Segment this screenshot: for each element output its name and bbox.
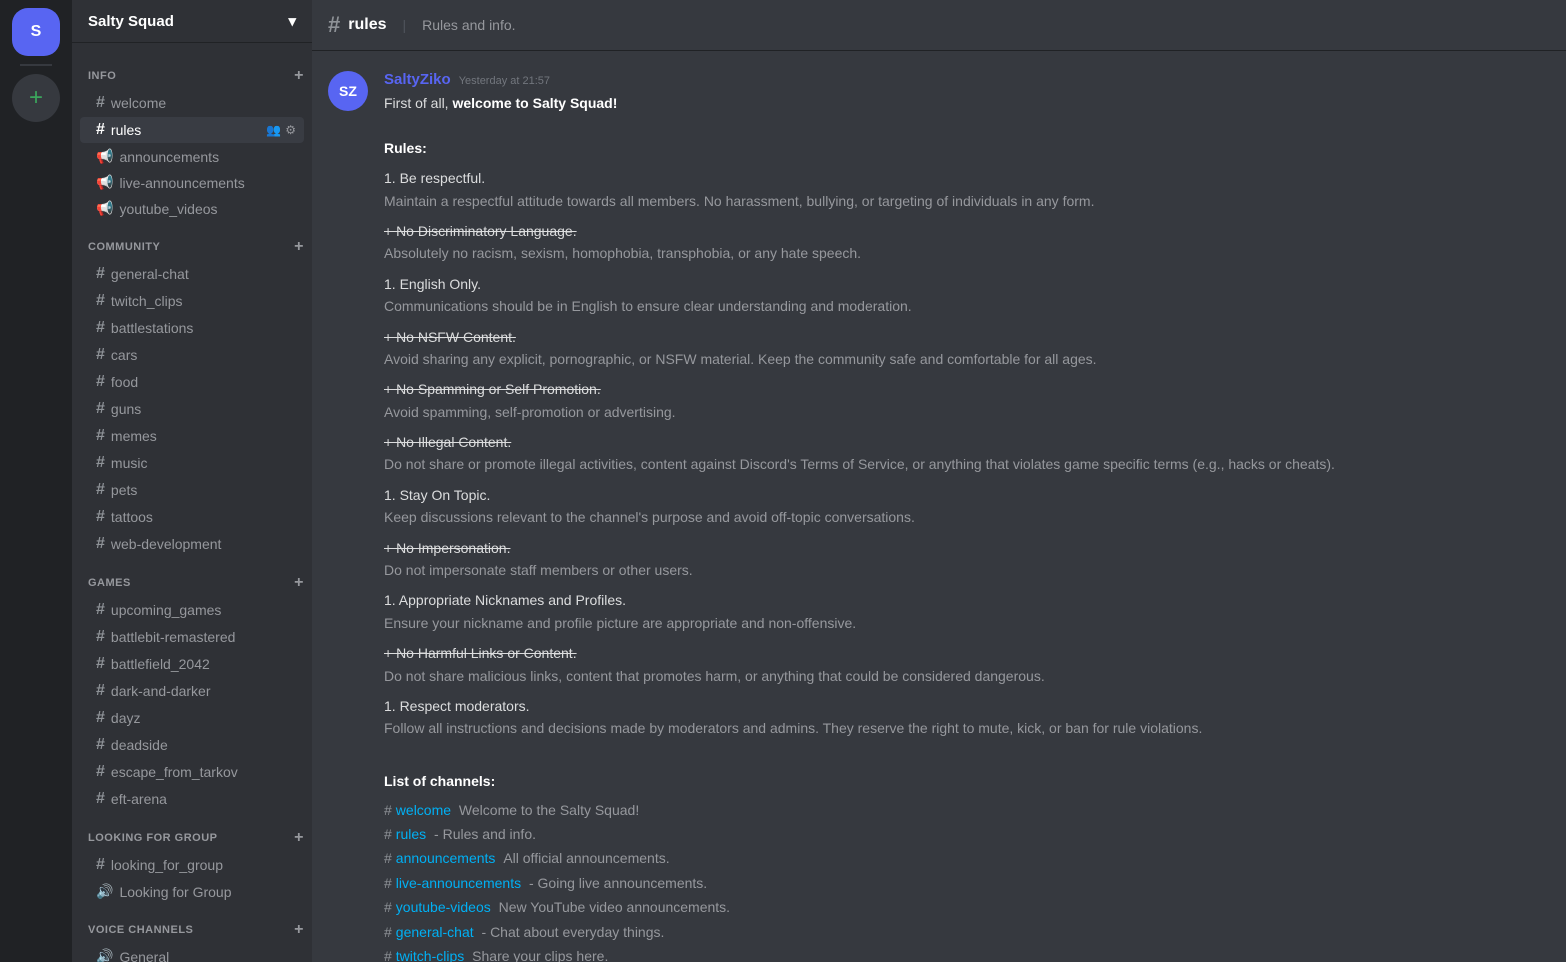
server-header[interactable]: Salty Squad ▾ [72,0,312,43]
hash-icon: # [96,736,105,754]
category-info[interactable]: INFO + [72,51,312,89]
hash-icon: # [96,481,105,499]
hash-icon: # [96,400,105,418]
channel-item-battlebit[interactable]: # battlebit-remastered [80,624,304,650]
channel-item-deadside[interactable]: # deadside [80,732,304,758]
channel-item-guns[interactable]: # guns [80,396,304,422]
channel-item-general-voice[interactable]: 🔊 General [80,944,304,962]
channel-list-item: #announcements All official announcement… [384,847,1335,869]
channel-header-desc: Rules and info. [422,17,515,33]
avatar: SZ [328,71,368,111]
channel-item-twitch-clips[interactable]: # twitch_clips [80,288,304,314]
hash-icon: # [96,628,105,646]
channel-item-live-announcements[interactable]: 📢 live-announcements [80,170,304,195]
channel-item-tarkov[interactable]: # escape_from_tarkov [80,759,304,785]
channel-item-looking-for-group-voice[interactable]: 🔊 Looking for Group [80,879,304,904]
chevron-down-icon: ▾ [288,12,296,30]
category-add-icon[interactable]: + [294,238,304,256]
hash-icon: # [96,121,105,139]
speaker-icon: 🔊 [96,883,113,900]
channel-item-upcoming-games[interactable]: # upcoming_games [80,597,304,623]
hash-icon: # [96,292,105,310]
category-lfg[interactable]: LOOKING FOR GROUP + [72,813,312,851]
category-add-icon[interactable]: + [294,829,304,847]
channel-list: INFO + # welcome # rules 👥 ⚙ 📢 announcem… [72,43,312,962]
server-icon[interactable]: S [12,8,60,56]
category-add-icon[interactable]: + [294,921,304,939]
channel-item-dark-darker[interactable]: # dark-and-darker [80,678,304,704]
hash-icon: # [96,856,105,874]
hash-icon: # [96,655,105,673]
channel-item-web-development[interactable]: # web-development [80,531,304,557]
main-content: # rules | Rules and info. SZ SaltyZiko Y… [312,0,1566,962]
hash-icon: # [96,346,105,364]
hash-icon: # [96,763,105,781]
category-voice[interactable]: VOICE CHANNELS + [72,905,312,943]
add-server-button[interactable]: + [12,74,60,122]
channel-header: # rules | Rules and info. [312,0,1566,51]
hash-icon: # [96,319,105,337]
channel-item-dayz[interactable]: # dayz [80,705,304,731]
channel-list-item: #general-chat - Chat about everyday thin… [384,921,1335,943]
hash-icon: # [96,709,105,727]
megaphone-icon: 📢 [96,174,113,191]
hash-icon: # [96,601,105,619]
channel-list-item: #rules - Rules and info. [384,823,1335,845]
channel-item-tattoos[interactable]: # tattoos [80,504,304,530]
hash-icon: # [96,373,105,391]
hash-icon: # [96,682,105,700]
category-games[interactable]: GAMES + [72,558,312,596]
speaker-icon: 🔊 [96,948,113,962]
hash-icon: # [96,535,105,553]
channel-item-youtube[interactable]: 📢 youtube_videos [80,196,304,221]
category-community[interactable]: COMMUNITY + [72,222,312,260]
channel-item-announcements[interactable]: 📢 announcements [80,144,304,169]
channel-sidebar: Salty Squad ▾ INFO + # welcome # rules 👥… [72,0,312,962]
channel-list-item: #live-announcements - Going live announc… [384,872,1335,894]
server-name: Salty Squad [88,13,174,30]
channel-header-name: rules [348,16,386,34]
hash-icon: # [96,265,105,283]
category-add-icon[interactable]: + [294,574,304,592]
header-divider: | [403,17,407,33]
hash-icon: # [96,508,105,526]
messages-area: SZ SaltyZiko Yesterday at 21:57 First of… [312,51,1566,962]
channel-list-item: #twitch-clips Share your clips here. [384,945,1335,962]
channel-item-general-chat[interactable]: # general-chat [80,261,304,287]
hash-icon: # [328,12,340,38]
settings-icon[interactable]: ⚙ [285,123,296,137]
hash-icon: # [96,454,105,472]
message: SZ SaltyZiko Yesterday at 21:57 First of… [328,71,1550,962]
megaphone-icon: 📢 [96,148,113,165]
message-text: First of all, welcome to Salty Squad! Ru… [384,92,1335,962]
channel-item-lfg[interactable]: # looking_for_group [80,852,304,878]
channel-list-item: #youtube-videos New YouTube video announ… [384,896,1335,918]
message-timestamp: Yesterday at 21:57 [459,75,550,87]
hash-icon: # [96,790,105,808]
megaphone-icon: 📢 [96,200,113,217]
message-body: SaltyZiko Yesterday at 21:57 First of al… [384,71,1335,962]
channel-item-cars[interactable]: # cars [80,342,304,368]
channel-item-battlestations[interactable]: # battlestations [80,315,304,341]
hash-icon: # [96,94,105,112]
channel-item-welcome[interactable]: # welcome [80,90,304,116]
user-icon: 👥 [266,123,281,137]
channel-item-memes[interactable]: # memes [80,423,304,449]
message-author: SaltyZiko [384,71,451,88]
channel-item-battlefield[interactable]: # battlefield_2042 [80,651,304,677]
channel-item-pets[interactable]: # pets [80,477,304,503]
channel-item-food[interactable]: # food [80,369,304,395]
channel-list-item: #welcome Welcome to the Salty Squad! [384,799,1335,821]
hash-icon: # [96,427,105,445]
channel-item-eft-arena[interactable]: # eft-arena [80,786,304,812]
channel-item-music[interactable]: # music [80,450,304,476]
channel-item-rules[interactable]: # rules 👥 ⚙ [80,117,304,143]
category-add-icon[interactable]: + [294,67,304,85]
server-sidebar: S + [0,0,72,962]
